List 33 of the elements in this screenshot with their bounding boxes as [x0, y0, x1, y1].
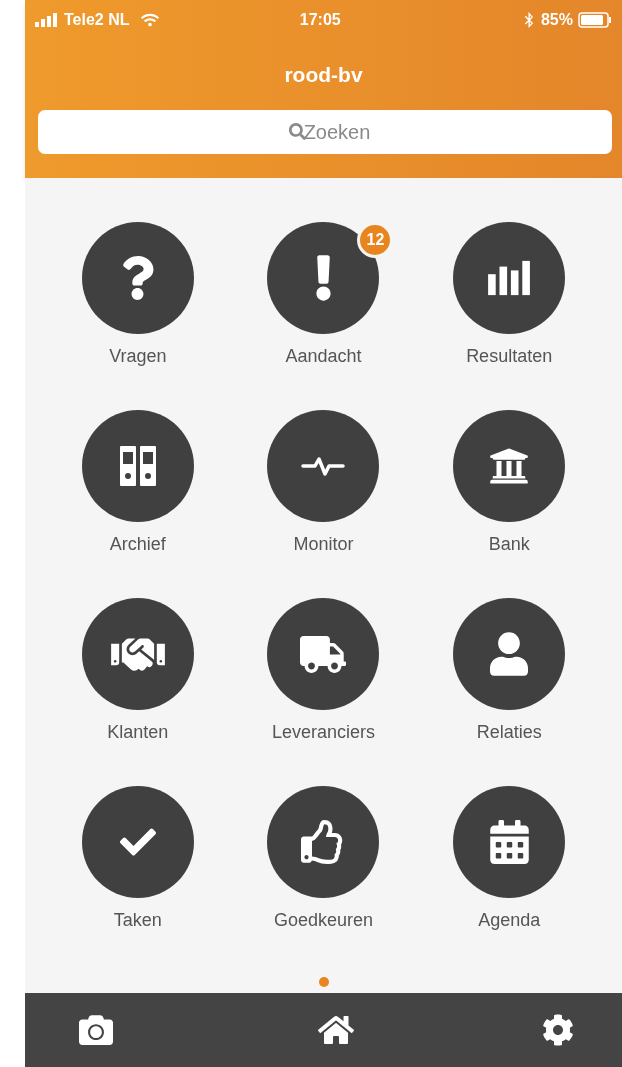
- tile-label: Monitor: [293, 533, 354, 556]
- page-title: rood-bv: [284, 62, 363, 89]
- bar-chart-icon: [486, 259, 533, 297]
- tile-label: Taken: [113, 909, 162, 932]
- tile-label: Agenda: [478, 909, 541, 932]
- tile-label: Aandacht: [285, 345, 362, 368]
- battery-percentage: 85%: [540, 10, 573, 30]
- camera-icon[interactable]: [77, 1013, 115, 1047]
- wifi-icon: [140, 11, 159, 29]
- tile-label: Leveranciers: [271, 721, 375, 744]
- carrier-name: Tele2 NL: [64, 10, 130, 30]
- tile-label: Klanten: [107, 721, 169, 744]
- tile-label: Relaties: [476, 721, 542, 744]
- tile-label: Resultaten: [466, 345, 553, 368]
- tile-label: Archief: [109, 533, 166, 556]
- settings-icon[interactable]: [542, 1014, 574, 1046]
- tile-label: Vragen: [109, 345, 167, 368]
- signal-icon: [35, 13, 59, 27]
- bank-icon: [489, 446, 530, 486]
- exclamation-icon: [315, 255, 332, 301]
- binders-icon: [117, 444, 158, 488]
- search-field[interactable]: Zoeken: [38, 110, 612, 154]
- home-icon[interactable]: [316, 1014, 355, 1046]
- search-icon: [289, 123, 306, 140]
- calendar-icon: [489, 820, 529, 864]
- truck-icon: [300, 635, 347, 673]
- tile-label: Bank: [488, 533, 530, 556]
- battery-icon: [578, 12, 612, 28]
- tile-label: Goedkeuren: [273, 909, 374, 932]
- heartbeat-icon: [301, 454, 346, 478]
- status-time: 17:05: [299, 10, 341, 30]
- user-icon: [490, 632, 529, 676]
- question-mark-icon: [121, 256, 155, 300]
